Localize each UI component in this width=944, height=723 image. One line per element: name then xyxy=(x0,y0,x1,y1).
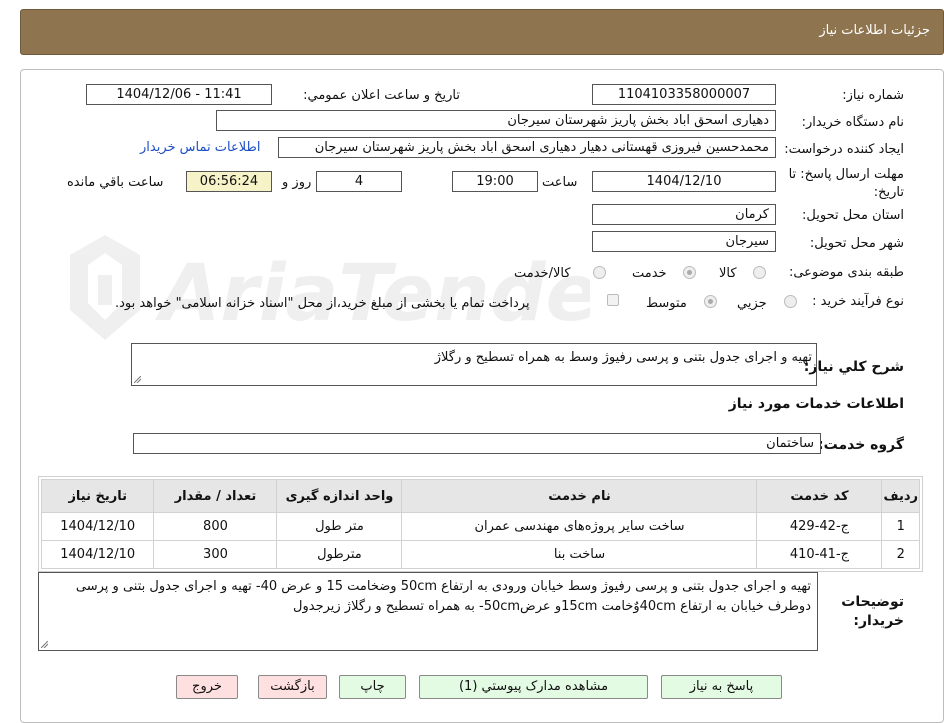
category-option-goods: کالا xyxy=(719,266,737,281)
header-row-number: ردیف xyxy=(881,479,920,513)
category-option-goods-service: کالا/خدمت xyxy=(514,266,571,281)
summary-label: شرح کلي نیاز: xyxy=(803,359,904,375)
need-number-field: 1104103358000007 xyxy=(592,84,776,105)
services-heading: اطلاعات خدمات مورد نیاز xyxy=(728,396,904,412)
buyer-notes-label: توضیحات xyxy=(841,594,904,610)
creator-label: ایجاد کننده درخواست: xyxy=(784,142,904,157)
back-button[interactable]: بازگشت xyxy=(258,675,327,699)
view-attachments-button[interactable]: مشاهده مدارک پیوستي (1) xyxy=(419,675,648,699)
service-group-label: گروه خدمت: xyxy=(818,437,904,453)
page-title: جزئیات اطلاعات نیاز xyxy=(819,23,930,38)
process-option-minor: جزيي xyxy=(737,296,767,311)
category-option-service: خدمت xyxy=(632,266,667,281)
service-unit: متر طول xyxy=(276,512,403,541)
payment-note: پرداخت تمام یا بخشی از مبلغ خرید،از محل … xyxy=(115,296,530,311)
service-name: ساخت بنا xyxy=(401,540,758,569)
summary-text: تهیه و اجرای جدول بتنی و پرسی رفیوژ وسط … xyxy=(434,350,812,365)
buyer-notes-textarea[interactable]: تهیه و اجرای جدول بتنی و پرسی رفیوژ وسط … xyxy=(38,572,818,651)
province-field: کرمان xyxy=(592,204,776,225)
buyer-notes-text: تهیه و اجرای جدول بتنی و پرسی رفیوژ وسط … xyxy=(75,579,811,614)
reply-to-need-button[interactable]: پاسخ به نیاز xyxy=(661,675,782,699)
days-remaining-field: 4 xyxy=(316,171,402,192)
province-label: استان محل تحویل: xyxy=(802,208,904,223)
category-radio-service[interactable] xyxy=(683,266,696,279)
remaining-time-label: ساعت باقي مانده xyxy=(67,175,164,190)
announce-date-label: تاریخ و ساعت اعلان عمومي: xyxy=(303,88,460,103)
service-need-date: 1404/12/10 xyxy=(40,540,155,569)
service-quantity: 800 xyxy=(153,512,278,541)
remaining-time-field: 06:56:24 xyxy=(186,171,272,192)
service-code: ج-42-429 xyxy=(756,512,883,541)
city-label: شهر محل تحویل: xyxy=(809,236,904,251)
resize-grip-icon[interactable] xyxy=(134,376,141,383)
category-radio-goods-service[interactable] xyxy=(593,266,606,279)
service-group-field: ساختمان xyxy=(133,433,821,454)
page-header: جزئیات اطلاعات نیاز xyxy=(20,9,944,55)
services-table: ردیف کد خدمت نام خدمت واحد اندازه گیری ت… xyxy=(40,479,920,569)
row-number: 2 xyxy=(881,540,920,569)
table-row: 2 ج-41-410 ساخت بنا مترطول 300 1404/12/1… xyxy=(40,540,920,569)
buyer-contact-link[interactable]: اطلاعات تماس خریدار xyxy=(140,140,260,155)
print-button[interactable]: چاپ xyxy=(339,675,406,699)
service-quantity: 300 xyxy=(153,540,278,569)
table-header-row: ردیف کد خدمت نام خدمت واحد اندازه گیری ت… xyxy=(40,479,920,513)
treasury-checkbox[interactable] xyxy=(607,294,619,306)
summary-textarea[interactable]: تهیه و اجرای جدول بتنی و پرسی رفیوژ وسط … xyxy=(131,343,817,386)
header-quantity: تعداد / مقدار xyxy=(153,479,278,513)
category-radio-goods[interactable] xyxy=(753,266,766,279)
buyer-notes-label-2: خریدار: xyxy=(853,613,904,629)
header-unit: واحد اندازه گیری xyxy=(276,479,403,513)
need-number-label: شماره نیاز: xyxy=(842,88,904,103)
resize-grip-icon[interactable] xyxy=(41,641,48,648)
exit-button[interactable]: خروج xyxy=(176,675,238,699)
header-need-date: تاریخ نیاز xyxy=(40,479,155,513)
table-row: 1 ج-42-429 ساخت سایر پروژه‌های مهندسی عم… xyxy=(40,512,920,541)
service-unit: مترطول xyxy=(276,540,403,569)
service-code: ج-41-410 xyxy=(756,540,883,569)
deadline-date-field: 1404/12/10 xyxy=(592,171,776,192)
service-need-date: 1404/12/10 xyxy=(40,512,155,541)
process-radio-minor[interactable] xyxy=(784,295,797,308)
process-radio-medium[interactable] xyxy=(704,295,717,308)
process-option-medium: متوسط xyxy=(646,296,687,311)
announce-date-field: 1404/12/06 - 11:41 xyxy=(86,84,272,105)
row-number: 1 xyxy=(881,512,920,541)
deadline-time-label: ساعت xyxy=(542,175,578,190)
deadline-label: مهلت ارسال پاسخ: تا xyxy=(788,167,904,182)
service-name: ساخت سایر پروژه‌های مهندسی عمران xyxy=(401,512,758,541)
header-service-code: کد خدمت xyxy=(756,479,883,513)
buyer-org-field: دهیاری اسحق اباد بخش پاریز شهرستان سیرجا… xyxy=(216,110,776,131)
buyer-org-label: نام دستگاه خریدار: xyxy=(801,115,904,130)
header-service-name: نام خدمت xyxy=(401,479,758,513)
deadline-time-field: 19:00 xyxy=(452,171,538,192)
process-type-label: نوع فرآیند خرید : xyxy=(812,294,904,309)
deadline-label-date: تاریخ: xyxy=(873,185,904,200)
services-table-wrapper: ردیف کد خدمت نام خدمت واحد اندازه گیری ت… xyxy=(38,476,923,572)
city-field: سیرجان xyxy=(592,231,776,252)
creator-field: محمدحسین فیروزی قهستانی دهیار دهیاری اسح… xyxy=(278,137,776,158)
category-label: طبقه بندی موضوعی: xyxy=(788,265,904,280)
watermark-text: AriaTender.neT xyxy=(154,249,590,339)
days-label: روز و xyxy=(282,175,312,190)
